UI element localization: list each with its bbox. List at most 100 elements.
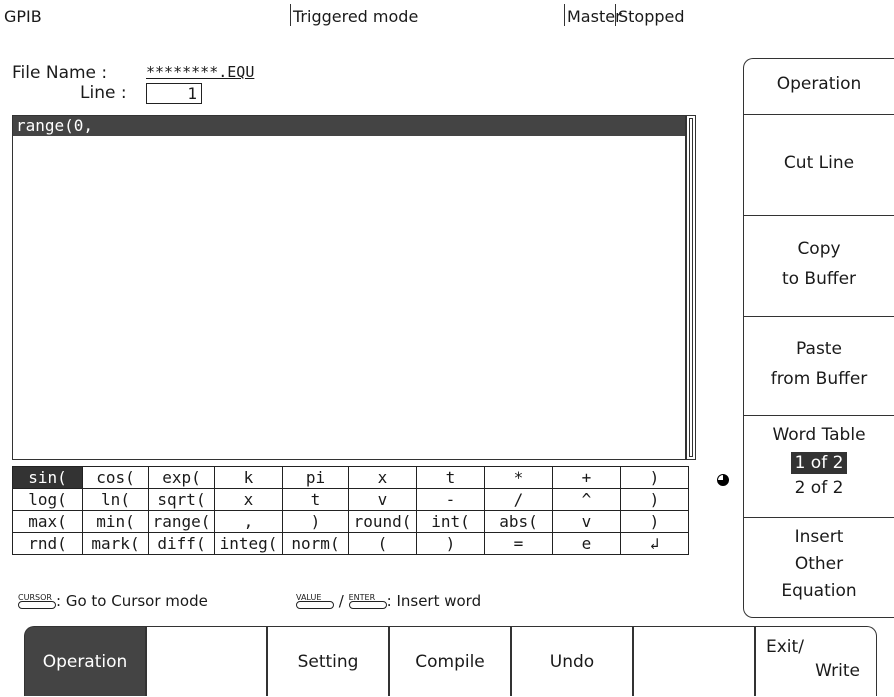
- word-table-cell[interactable]: v: [348, 488, 417, 511]
- softkey-divider: [744, 215, 894, 216]
- paste-label-2: from Buffer: [770, 369, 868, 389]
- word-table-cell[interactable]: ↲: [620, 532, 689, 555]
- line-number-field[interactable]: 1: [146, 83, 202, 104]
- status-bar: GPIB Triggered mode Master Stopped: [0, 0, 894, 32]
- word-table-cell[interactable]: sin(: [12, 466, 83, 489]
- word-table-cell[interactable]: sqrt(: [148, 488, 215, 511]
- equation-editor[interactable]: range(0,: [12, 115, 686, 460]
- value-key-icon: VALUE: [296, 594, 334, 610]
- word-table-page-2: 2 of 2: [794, 478, 844, 498]
- interface-label: GPIB: [4, 7, 42, 26]
- word-table-cell[interactable]: mark(: [82, 532, 149, 555]
- cursor-hint-text: : Go to Cursor mode: [56, 592, 208, 610]
- word-table-cell[interactable]: x: [214, 488, 283, 511]
- word-table-row: log(ln(sqrt(x t v - / ^): [12, 488, 689, 511]
- softkey-divider: [744, 114, 894, 115]
- word-table-row: rnd(mark(diff(integ(norm(() = e ↲: [12, 532, 689, 555]
- insert-label-1: Insert: [794, 527, 844, 547]
- insert-label-2: Other: [794, 554, 844, 574]
- softkey-divider: [744, 316, 894, 317]
- role-label: Master: [567, 7, 622, 26]
- softkey-divider: [744, 517, 894, 518]
- word-table-cell[interactable]: cos(: [82, 466, 149, 489]
- enter-key-icon: ENTER: [348, 594, 387, 610]
- word-table-cell[interactable]: ): [416, 532, 485, 555]
- status-divider: [615, 4, 616, 26]
- tab-empty-2[interactable]: [146, 626, 267, 696]
- scrollbar-thumb[interactable]: [689, 118, 693, 457]
- cut-line-button[interactable]: Cut Line: [744, 148, 894, 178]
- word-table-cell[interactable]: v: [552, 510, 621, 533]
- hint-slash: /: [338, 592, 344, 610]
- word-table-cell[interactable]: /: [484, 488, 553, 511]
- status-divider: [290, 4, 291, 26]
- softkey-panel: Operation Cut Line Copy to Buffer Paste …: [743, 58, 894, 618]
- word-table-cell[interactable]: t: [282, 488, 349, 511]
- word-table-cell[interactable]: -: [416, 488, 485, 511]
- cursor-key-icon: CURSOR: [18, 594, 56, 610]
- softkey-operation-title: Operation: [776, 74, 862, 94]
- word-table-cell[interactable]: x: [348, 466, 417, 489]
- editor-scrollbar[interactable]: [686, 115, 696, 460]
- file-name-label: File Name :: [12, 63, 108, 83]
- tab-setting[interactable]: Setting: [267, 626, 389, 696]
- word-table-cell[interactable]: ): [620, 466, 689, 489]
- word-table-cell[interactable]: ): [620, 488, 689, 511]
- word-table-cell[interactable]: =: [484, 532, 553, 555]
- word-table-cell[interactable]: (: [348, 532, 417, 555]
- word-table-cell[interactable]: ,: [214, 510, 283, 533]
- copy-label-2: to Buffer: [781, 269, 857, 289]
- tab-compile[interactable]: Compile: [389, 626, 511, 696]
- insert-label-3: Equation: [781, 581, 857, 601]
- run-state-label: Stopped: [618, 7, 685, 26]
- file-name-value: ********.EQU: [146, 63, 255, 81]
- word-table-cell[interactable]: range(: [148, 510, 215, 533]
- word-table-cell[interactable]: abs(: [484, 510, 553, 533]
- word-table-cell[interactable]: *: [484, 466, 553, 489]
- word-table-row: sin(cos(exp(k pi x t * +): [12, 466, 689, 489]
- word-table-cell[interactable]: exp(: [148, 466, 215, 489]
- paste-label-1: Paste: [796, 339, 842, 359]
- copy-label-1: Copy: [797, 239, 841, 259]
- word-table-page-button[interactable]: Word Table 1 of 2 2 of 2: [744, 421, 894, 499]
- insert-hint-text: : Insert word: [386, 592, 482, 610]
- word-table-cell[interactable]: int(: [416, 510, 485, 533]
- tab-exit-write[interactable]: Exit/ Write: [755, 626, 877, 696]
- word-table: sin(cos(exp(k pi x t * +) log(ln(sqrt(x t v - / ^) m…: [12, 466, 689, 555]
- insert-other-equation-button[interactable]: Insert Other Equation: [744, 524, 894, 605]
- tab-operation[interactable]: Operation: [24, 626, 146, 696]
- word-table-cell[interactable]: ln(: [82, 488, 149, 511]
- word-table-cell[interactable]: log(: [12, 488, 83, 511]
- paste-from-buffer-button[interactable]: Paste from Buffer: [744, 334, 894, 394]
- word-table-cell[interactable]: pi: [282, 466, 349, 489]
- word-table-cell[interactable]: diff(: [148, 532, 215, 555]
- editor-current-line[interactable]: range(0,: [13, 116, 685, 136]
- word-table-cell[interactable]: e: [552, 532, 621, 555]
- tab-empty-6[interactable]: [633, 626, 755, 696]
- word-table-cell[interactable]: integ(: [214, 532, 283, 555]
- write-label: Write: [815, 661, 860, 681]
- word-table-cell[interactable]: min(: [82, 510, 149, 533]
- word-table-row: max(min(range(,) round(int(abs(v): [12, 510, 689, 533]
- copy-to-buffer-button[interactable]: Copy to Buffer: [744, 234, 894, 294]
- word-table-cell[interactable]: t: [416, 466, 485, 489]
- trigger-mode-label: Triggered mode: [293, 7, 419, 26]
- word-table-indicator-icon: [717, 474, 729, 486]
- word-table-cell[interactable]: k: [214, 466, 283, 489]
- word-table-page-1: 1 of 2: [790, 452, 848, 474]
- word-table-cell[interactable]: round(: [348, 510, 417, 533]
- word-table-label: Word Table: [772, 425, 866, 445]
- word-table-cell[interactable]: rnd(: [12, 532, 83, 555]
- word-table-cell[interactable]: ^: [552, 488, 621, 511]
- word-table-cell[interactable]: +: [552, 466, 621, 489]
- word-table-cell[interactable]: ): [620, 510, 689, 533]
- tab-undo[interactable]: Undo: [511, 626, 633, 696]
- word-table-cell[interactable]: ): [282, 510, 349, 533]
- softkey-divider: [744, 415, 894, 416]
- word-table-cell[interactable]: norm(: [282, 532, 349, 555]
- status-divider: [564, 4, 565, 26]
- word-table-cell[interactable]: max(: [12, 510, 83, 533]
- exit-label: Exit/: [766, 637, 804, 657]
- insert-hint: VALUE / ENTER: Insert word: [296, 592, 481, 610]
- line-label: Line :: [80, 83, 127, 103]
